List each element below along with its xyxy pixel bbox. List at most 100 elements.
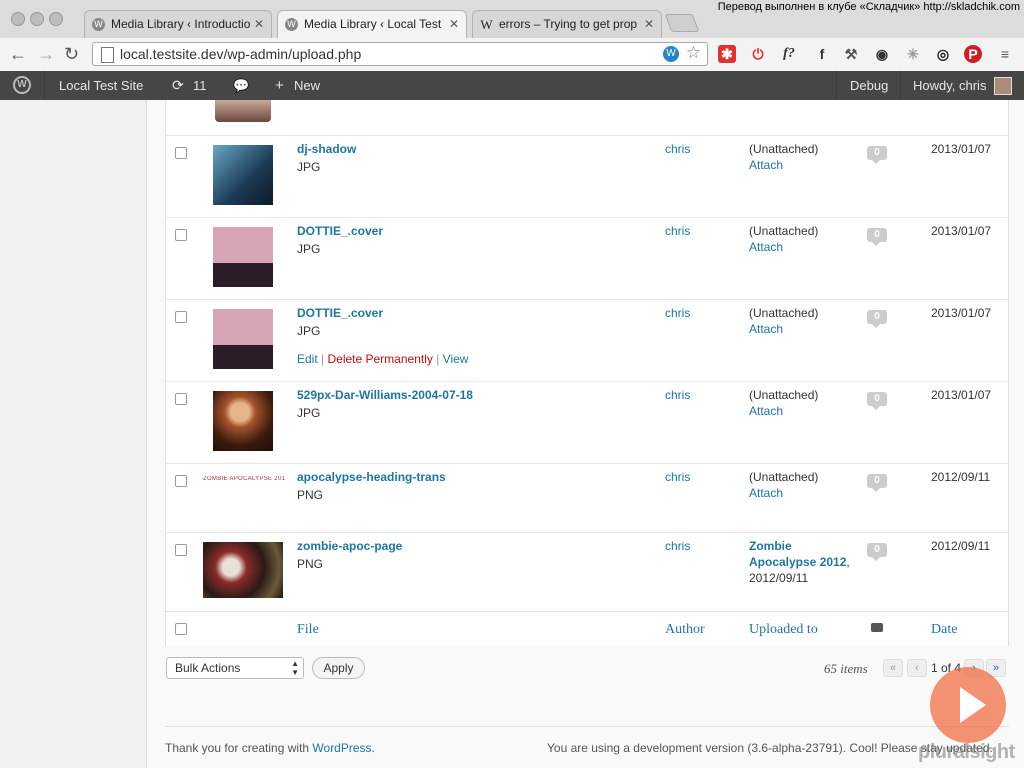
media-title-link[interactable]: apocalypse-heading-trans	[297, 470, 446, 484]
uploaded-to-post-link[interactable]: Apocalypse 2012	[749, 555, 846, 569]
column-author[interactable]: Author	[665, 622, 705, 638]
select-arrows-icon: ▲ ▼	[291, 659, 299, 677]
media-type: JPG	[297, 242, 321, 256]
author-link[interactable]: chris	[665, 388, 690, 402]
bookmark-star-icon[interactable]: ☆	[686, 43, 701, 63]
extension-wrench-icon[interactable]: ⚒	[842, 45, 860, 63]
row-checkbox[interactable]	[175, 475, 187, 487]
author-link[interactable]: chris	[665, 539, 690, 553]
extension-f-question-icon[interactable]: f?	[780, 45, 798, 63]
table-row: dj-shadow JPG chris (Unattached) Attach …	[166, 135, 1008, 218]
plus-icon[interactable]: +	[275, 71, 284, 100]
tab-title: Media Library ‹ Local Test	[304, 17, 442, 31]
address-bar[interactable]: local.testsite.dev/wp-admin/upload.php W…	[92, 42, 708, 66]
browser-tab-2[interactable]: W Media Library ‹ Local Test ✕	[277, 10, 467, 38]
thumbnail-image[interactable]	[213, 309, 273, 369]
first-page-button[interactable]: «	[883, 659, 903, 677]
howdy-user-link[interactable]: Howdy, chris	[913, 71, 986, 100]
comment-count-bubble[interactable]: 0	[867, 474, 887, 492]
column-date[interactable]: Date	[931, 622, 957, 638]
edit-link[interactable]: Edit	[297, 352, 318, 366]
close-tab-icon[interactable]: ✕	[644, 11, 654, 38]
thumbnail-image[interactable]	[213, 227, 273, 287]
column-file[interactable]: File	[297, 622, 319, 638]
bulk-actions-select[interactable]: Bulk Actions ▲ ▼	[166, 657, 304, 679]
apply-button[interactable]: Apply	[312, 657, 365, 679]
wordpress-extension-icon[interactable]: W	[663, 46, 679, 62]
item-count: 65 items	[824, 661, 868, 676]
new-content-link[interactable]: New	[294, 71, 320, 100]
select-all-checkbox[interactable]	[175, 623, 187, 635]
author-link[interactable]: chris	[665, 224, 690, 238]
thumbnail-image[interactable]	[213, 391, 273, 451]
debug-link[interactable]: Debug	[850, 71, 888, 100]
browser-tab-3[interactable]: W errors – Trying to get prop ✕	[472, 10, 662, 38]
comment-count-bubble[interactable]: 0	[867, 228, 887, 246]
page-icon	[101, 47, 114, 63]
zoom-window-icon[interactable]	[49, 12, 63, 26]
attach-link[interactable]: Attach	[749, 157, 818, 173]
delete-permanently-link[interactable]: Delete Permanently	[327, 352, 432, 366]
row-checkbox[interactable]	[175, 147, 187, 159]
forward-arrow-icon[interactable]: →	[37, 43, 55, 65]
close-tab-icon[interactable]: ✕	[254, 11, 264, 38]
wordpress-logo-icon[interactable]: W	[13, 76, 31, 94]
attach-link[interactable]: Attach	[749, 403, 818, 419]
wordpress-link[interactable]: WordPress	[312, 741, 371, 755]
attach-link[interactable]: Attach	[749, 321, 818, 337]
chrome-menu-icon[interactable]: ≡	[996, 45, 1014, 63]
media-title-link[interactable]: zombie-apoc-page	[297, 539, 402, 553]
browser-tab-1[interactable]: W Media Library ‹ Introductio ✕	[84, 10, 272, 38]
attach-link[interactable]: Attach	[749, 239, 818, 255]
comment-count-bubble[interactable]: 0	[867, 146, 887, 164]
comment-count-bubble[interactable]: 0	[867, 310, 887, 328]
row-checkbox[interactable]	[175, 229, 187, 241]
extension-camera-icon[interactable]: ◉	[873, 45, 891, 63]
column-uploaded-to[interactable]: Uploaded to	[749, 622, 818, 638]
comments-column-icon[interactable]	[871, 623, 883, 632]
url-text[interactable]: local.testsite.dev/wp-admin/upload.php	[120, 46, 361, 62]
media-list-table: dj-shadow JPG chris (Unattached) Attach …	[165, 100, 1009, 646]
prev-page-button[interactable]: ‹	[907, 659, 927, 677]
promo-text: Перевод выполнен в клубе «Складчик» http…	[717, 1, 1020, 13]
comments-icon[interactable]: 💬	[233, 71, 249, 100]
uploaded-to: (Unattached) Attach	[749, 224, 819, 255]
media-title-link[interactable]: DOTTIE_.cover	[297, 306, 383, 320]
extension-red-icon[interactable]: ✱	[718, 45, 736, 63]
play-icon[interactable]	[930, 667, 1006, 743]
attach-link[interactable]: Attach	[749, 485, 818, 501]
thumbnail-image[interactable]	[203, 542, 283, 598]
extension-power-icon[interactable]: ⏻	[749, 45, 767, 63]
thumbnail-image[interactable]: ZOMBIE APOCALYPSE 2012	[203, 476, 285, 488]
close-tab-icon[interactable]: ✕	[449, 11, 459, 38]
author-link[interactable]: chris	[665, 142, 690, 156]
new-tab-button[interactable]	[664, 14, 700, 32]
author-link[interactable]: chris	[665, 470, 690, 484]
media-title-link[interactable]: dj-shadow	[297, 142, 356, 156]
pinterest-extension-icon[interactable]: P	[964, 45, 982, 63]
row-checkbox[interactable]	[175, 311, 187, 323]
uploaded-to-post-link[interactable]: Zombie	[749, 538, 850, 554]
row-checkbox[interactable]	[175, 393, 187, 405]
comment-count-bubble[interactable]: 0	[867, 392, 887, 410]
extension-owl-icon[interactable]: ◎	[934, 45, 952, 63]
updates-count[interactable]: 11	[193, 71, 207, 100]
view-link[interactable]: View	[443, 352, 469, 366]
uploaded-to: (Unattached) Attach	[749, 470, 819, 501]
thumbnail-image[interactable]	[215, 100, 271, 122]
reload-icon[interactable]: ↻	[64, 43, 79, 65]
close-window-icon[interactable]	[11, 12, 25, 26]
author-link[interactable]: chris	[665, 306, 690, 320]
media-title-link[interactable]: DOTTIE_.cover	[297, 224, 383, 238]
updates-icon[interactable]: ⟳	[172, 71, 184, 100]
avatar[interactable]	[994, 77, 1012, 95]
media-title-link[interactable]: 529px-Dar-Williams-2004-07-18	[297, 388, 473, 402]
comment-count-bubble[interactable]: 0	[867, 543, 887, 561]
extension-loading-icon[interactable]: ✳	[904, 45, 922, 63]
row-checkbox[interactable]	[175, 544, 187, 556]
thumbnail-image[interactable]	[213, 145, 273, 205]
site-name-link[interactable]: Local Test Site	[59, 71, 143, 100]
minimize-window-icon[interactable]	[30, 12, 44, 26]
facebook-extension-icon[interactable]: f	[813, 45, 831, 63]
back-arrow-icon[interactable]: ←	[9, 43, 27, 65]
